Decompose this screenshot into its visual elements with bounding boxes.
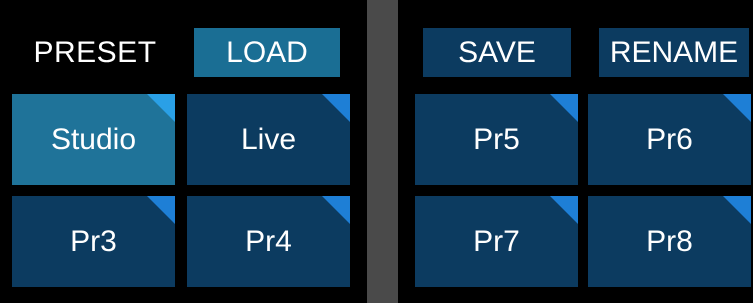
preset-tile-pr8[interactable]: Pr8	[588, 196, 751, 287]
preset-tile-label: Pr7	[473, 224, 520, 258]
corner-tab-icon	[550, 94, 578, 122]
preset-tile-studio[interactable]: Studio	[12, 94, 175, 185]
preset-tile-label: Pr3	[70, 224, 117, 258]
preset-tile-pr6[interactable]: Pr6	[588, 94, 751, 185]
preset-tile-pr7[interactable]: Pr7	[415, 196, 578, 287]
corner-tab-icon	[723, 196, 751, 224]
preset-tile-label: Studio	[50, 122, 137, 156]
corner-tab-icon	[550, 196, 578, 224]
preset-tile-pr4[interactable]: Pr4	[187, 196, 350, 287]
save-button[interactable]: SAVE	[423, 28, 571, 77]
preset-tile-pr3[interactable]: Pr3	[12, 196, 175, 287]
preset-tile-live[interactable]: Live	[187, 94, 350, 185]
corner-tab-icon	[322, 196, 350, 224]
preset-tile-label: Pr6	[646, 122, 693, 156]
preset-panel-left: PRESET LOAD Studio Live Pr3 Pr4	[0, 0, 367, 303]
preset-tile-pr5[interactable]: Pr5	[415, 94, 578, 185]
preset-tile-label: Pr5	[473, 122, 520, 156]
corner-tab-icon	[147, 94, 175, 122]
preset-label: PRESET	[33, 36, 157, 69]
preset-panel-right: SAVE RENAME Pr5 Pr6 Pr7 Pr8	[398, 0, 753, 303]
corner-tab-icon	[723, 94, 751, 122]
preset-tile-label: Pr4	[245, 224, 292, 258]
load-button[interactable]: LOAD	[194, 28, 340, 77]
rename-button[interactable]: RENAME	[599, 28, 749, 77]
preset-panel: PRESET LOAD Studio Live Pr3 Pr4 SAVE REN…	[0, 0, 753, 303]
corner-tab-icon	[322, 94, 350, 122]
corner-tab-icon	[147, 196, 175, 224]
panel-divider	[367, 0, 398, 303]
preset-tile-label: Live	[240, 122, 297, 156]
preset-tile-label: Pr8	[646, 224, 693, 258]
